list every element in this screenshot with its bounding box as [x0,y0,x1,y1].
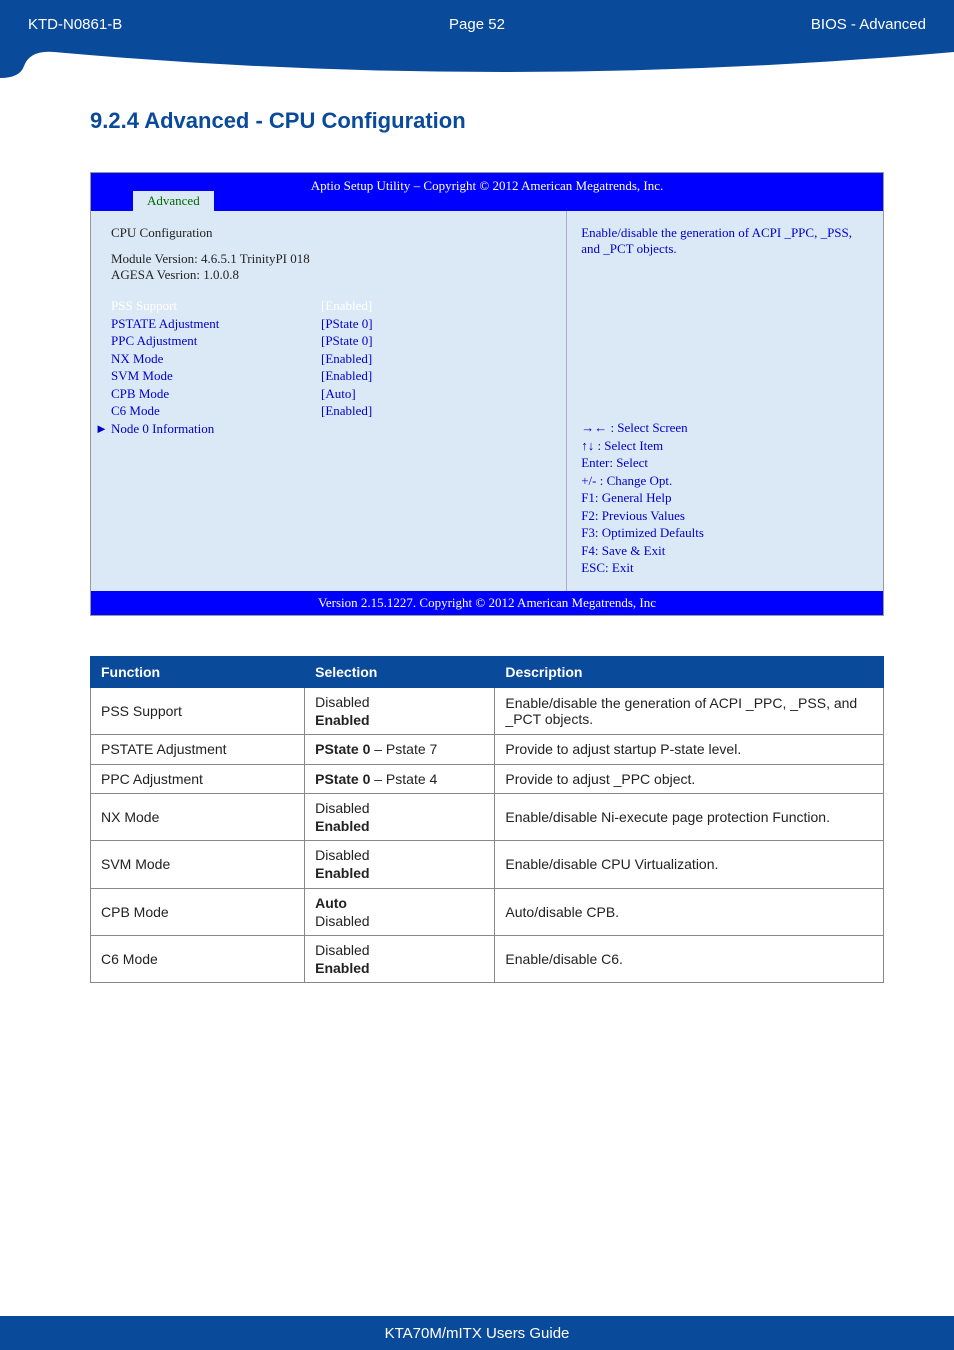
bios-nav-line: +/- : Change Opt. [581,472,869,490]
doc-id: KTD-N0861-B [28,16,327,33]
cell-function: PSS Support [91,688,305,735]
bios-setting-value: [PState 0] [321,315,373,333]
bios-setting-key: C6 Mode [111,402,321,420]
bios-nav-line: →← : Select Screen [581,419,869,437]
bios-setting-value: [Enabled] [321,367,372,385]
bios-footer: Version 2.15.1227. Copyright © 2012 Amer… [91,591,883,615]
cell-function: C6 Mode [91,935,305,982]
bios-setting-row[interactable]: NX Mode[Enabled] [111,350,546,368]
bios-setting-value: [Enabled] [321,350,372,368]
cell-description: Auto/disable CPB. [495,888,884,935]
cell-description: Enable/disable CPU Virtualization. [495,841,884,888]
table-row: SVM ModeDisabledEnabledEnable/disable CP… [91,841,884,888]
bios-submenu-label: Node 0 Information [111,420,321,438]
bios-agesa-line: AGESA Vesrion: 1.0.0.8 [111,267,546,283]
th-function: Function [91,657,305,688]
bios-nav-line: F4: Save & Exit [581,542,869,560]
bios-nav-help: →← : Select Screen↑↓ : Select ItemEnter:… [581,419,869,577]
breadcrumb: BIOS - Advanced [627,16,926,33]
bios-setting-row[interactable]: SVM Mode[Enabled] [111,367,546,385]
bios-nav-line: ↑↓ : Select Item [581,437,869,455]
cell-function: PPC Adjustment [91,764,305,793]
cell-function: NX Mode [91,793,305,840]
bios-setting-row[interactable]: PSTATE Adjustment[PState 0] [111,315,546,333]
bios-setting-key: PSS Support [111,297,321,315]
table-row: CPB ModeAutoDisabledAuto/disable CPB. [91,888,884,935]
cell-selection: DisabledEnabled [305,793,495,840]
bios-module-line: Module Version: 4.6.5.1 TrinityPI 018 [111,251,546,267]
bios-setting-value: [PState 0] [321,332,373,350]
bios-setting-value: [Enabled] [321,402,372,420]
header-curve [0,48,954,90]
page-number: Page 52 [327,16,626,33]
bios-setting-row[interactable]: CPB Mode[Auto] [111,385,546,403]
cell-function: CPB Mode [91,888,305,935]
th-description: Description [495,657,884,688]
bios-heading: CPU Configuration [111,225,546,241]
table-row: PPC AdjustmentPState 0 – Pstate 4Provide… [91,764,884,793]
page-header: KTD-N0861-B Page 52 BIOS - Advanced [0,0,954,48]
bios-setting-key: NX Mode [111,350,321,368]
table-row: C6 ModeDisabledEnabledEnable/disable C6. [91,935,884,982]
cell-description: Enable/disable C6. [495,935,884,982]
table-row: NX ModeDisabledEnabledEnable/disable Ni-… [91,793,884,840]
cell-selection: DisabledEnabled [305,935,495,982]
table-row: PSTATE AdjustmentPState 0 – Pstate 7Prov… [91,735,884,764]
cell-selection: DisabledEnabled [305,841,495,888]
cell-description: Provide to adjust _PPC object. [495,764,884,793]
bios-nav-line: F1: General Help [581,489,869,507]
section-title: 9.2.4 Advanced - CPU Configuration [90,108,884,134]
settings-table: Function Selection Description PSS Suppo… [90,656,884,983]
bios-setting-key: CPB Mode [111,385,321,403]
bios-tab-advanced[interactable]: Advanced [133,191,214,211]
table-row: PSS SupportDisabledEnabledEnable/disable… [91,688,884,735]
bios-submenu-node0[interactable]: ► Node 0 Information [111,420,546,438]
bios-help-text: Enable/disable the generation of ACPI _P… [581,225,869,419]
footer-guide: KTA70M/mITX Users Guide [0,1316,954,1350]
bios-setting-key: SVM Mode [111,367,321,385]
cell-selection: PState 0 – Pstate 7 [305,735,495,764]
cell-function: SVM Mode [91,841,305,888]
bios-nav-line: F2: Previous Values [581,507,869,525]
bios-setting-value: [Enabled] [321,297,372,315]
triangle-right-icon: ► [95,420,108,438]
bios-setting-key: PPC Adjustment [111,332,321,350]
cell-description: Enable/disable the generation of ACPI _P… [495,688,884,735]
cell-selection: DisabledEnabled [305,688,495,735]
bios-titlebar: Aptio Setup Utility – Copyright © 2012 A… [91,173,883,211]
bios-nav-line: ESC: Exit [581,559,869,577]
bios-setting-row[interactable]: C6 Mode[Enabled] [111,402,546,420]
bios-setting-value: [Auto] [321,385,356,403]
cell-selection: PState 0 – Pstate 4 [305,764,495,793]
bios-setting-row[interactable]: PPC Adjustment[PState 0] [111,332,546,350]
bios-nav-line: Enter: Select [581,454,869,472]
bios-nav-line: F3: Optimized Defaults [581,524,869,542]
bios-screen: Aptio Setup Utility – Copyright © 2012 A… [90,172,884,616]
cell-function: PSTATE Adjustment [91,735,305,764]
bios-setting-row[interactable]: PSS Support[Enabled] [111,297,546,315]
bios-setting-key: PSTATE Adjustment [111,315,321,333]
th-selection: Selection [305,657,495,688]
cell-description: Provide to adjust startup P-state level. [495,735,884,764]
cell-selection: AutoDisabled [305,888,495,935]
page-footer: KTA70M/mITX Users Guide [0,1292,954,1350]
cell-description: Enable/disable Ni-execute page protectio… [495,793,884,840]
